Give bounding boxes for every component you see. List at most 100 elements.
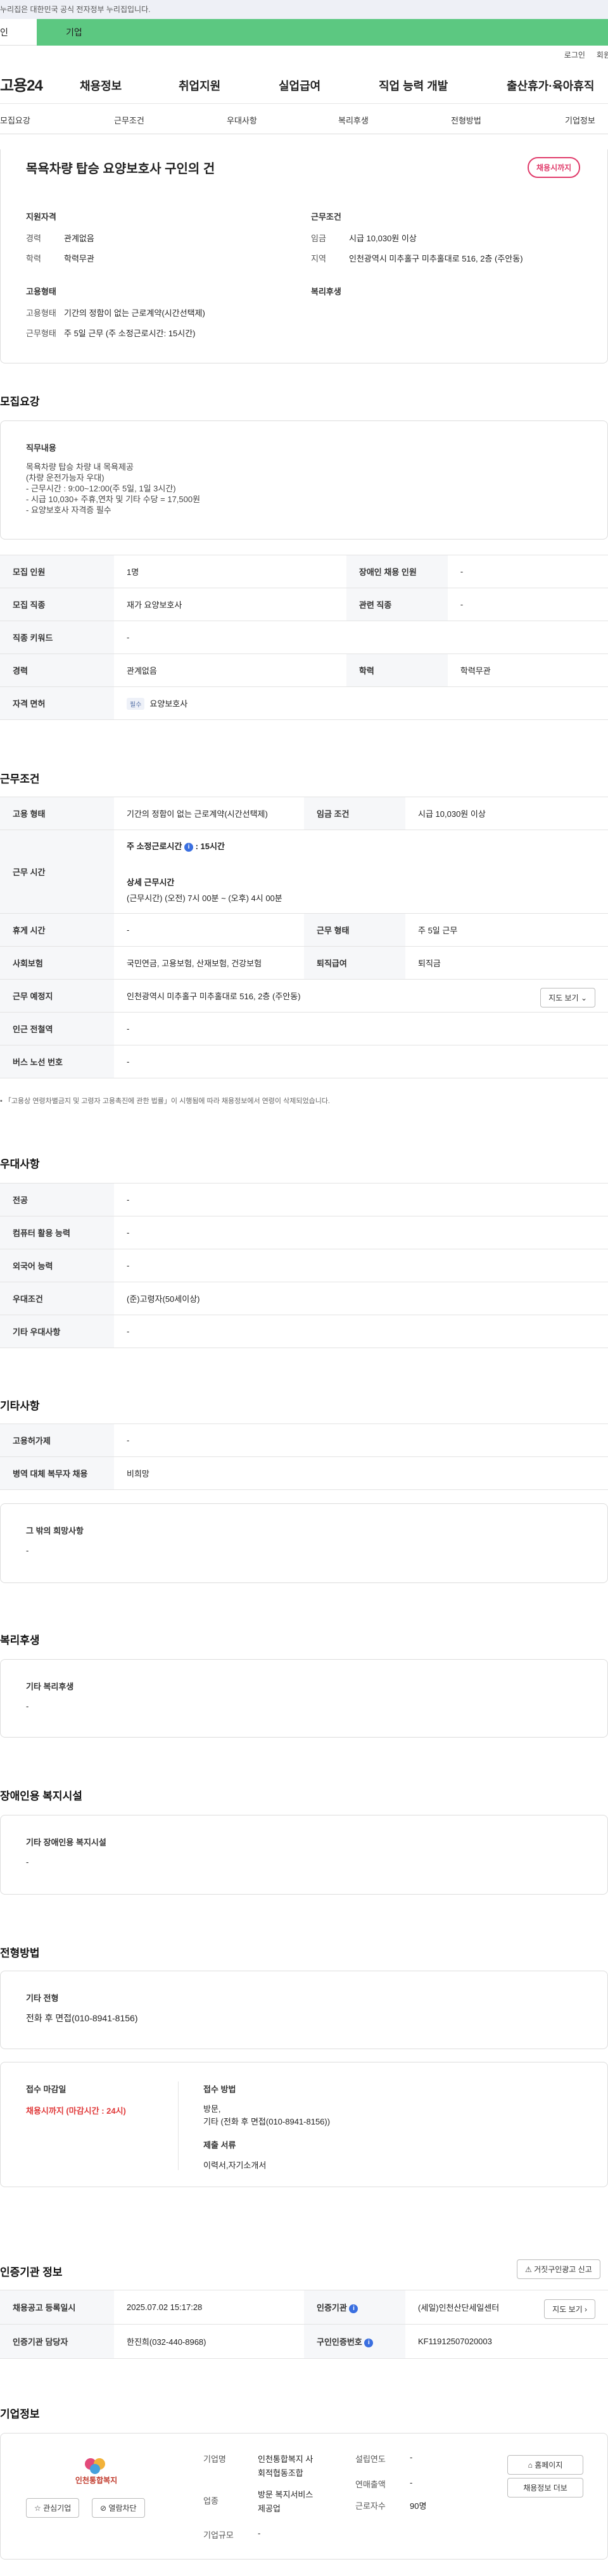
table-row: 기타 우대사항 - bbox=[0, 1315, 608, 1348]
table-row: 직종 키워드 - bbox=[0, 621, 608, 654]
chevron-down-icon: ⌄ bbox=[580, 994, 587, 1002]
favorite-company-button[interactable]: ☆ 관심기업 bbox=[26, 2498, 80, 2518]
etc-table: 고용허가제 - 병역 대체 복무자 채용 비희망 bbox=[0, 1424, 608, 1490]
facility-value: - bbox=[26, 1857, 29, 1867]
global-nav: 고용24 채용정보 취업지원 실업급여 직업 능력 개발 출산휴가·육아휴직 bbox=[0, 65, 608, 104]
docs-value: 이력서,자기소개서 bbox=[203, 2161, 267, 2170]
gnb-employment-support[interactable]: 취업지원 bbox=[179, 77, 220, 94]
table-row: 모집 인원 1명 장애인 채용 인원 - bbox=[0, 555, 608, 588]
subnav-selection[interactable]: 전형방법 bbox=[451, 114, 481, 126]
table-row: 외국어 능력 - bbox=[0, 1249, 608, 1282]
info-icon[interactable]: i bbox=[349, 2304, 358, 2313]
table-row: 모집 직종 재가 요양보호사 관련 직종 - bbox=[0, 588, 608, 621]
company-logo: 인천통합복지 bbox=[61, 2456, 131, 2487]
report-false-ad-button[interactable]: ⚠ 거짓구인광고 신고 bbox=[517, 2259, 600, 2279]
required-tag: 필수 bbox=[127, 697, 145, 710]
block-company-button[interactable]: ⊘ 열람차단 bbox=[92, 2498, 145, 2518]
homepage-button[interactable]: ⌂ 홈페이지 bbox=[507, 2455, 583, 2475]
gnb-training[interactable]: 직업 능력 개발 bbox=[379, 77, 448, 94]
section-subnav: 모집요강 근무조건 우대사항 복리후생 전형방법 기업정보 bbox=[0, 104, 608, 134]
conditions-title: 근무조건 bbox=[0, 773, 40, 785]
subnav-conditions[interactable]: 근무조건 bbox=[114, 114, 144, 126]
company-logo-image: 인천통합복지 bbox=[75, 2458, 117, 2485]
job-summary-card: 목욕차량 탑승 요양보호사 구인의 건 채용시까지 지원자격 경력 관계없음 학력… bbox=[0, 149, 608, 363]
career-row: 경력 관계없음 bbox=[26, 234, 94, 243]
table-row: 우대조건 (준)고령자(50세이상) bbox=[0, 1282, 608, 1315]
prefs-title: 우대사항 bbox=[0, 1158, 40, 1170]
employees-label: 근로자수 bbox=[355, 2501, 386, 2511]
hours-row: 근무형태 주 5일 근무 (주 소정근로시간: 15시간) bbox=[26, 329, 196, 338]
method-label: 접수 방법 bbox=[203, 2085, 236, 2094]
work-heading: 근무조건 bbox=[311, 212, 341, 222]
table-row: 휴게 시간 - 근무 형태 주 5일 근무 bbox=[0, 913, 608, 947]
welfare-card: 기타 복리후생 - bbox=[0, 1659, 608, 1738]
subnav-welfare[interactable]: 복리후생 bbox=[338, 114, 369, 126]
edu-row: 학력 학력무관 bbox=[26, 254, 94, 263]
divider bbox=[178, 2081, 179, 2170]
tab-company[interactable]: 기업 bbox=[37, 19, 608, 46]
selection-title: 전형방법 bbox=[0, 1947, 40, 1959]
company-card: 인천통합복지 ☆ 관심기업 ⊘ 열람차단 기업명 인천통합복지 사 회적협동조합 … bbox=[0, 2433, 608, 2560]
chevron-right-icon: › bbox=[585, 2305, 587, 2314]
industry-label: 업종 bbox=[203, 2496, 218, 2506]
table-row: 인증기관 담당자 한진희(032-440-8968) 구인인증번호 i KF119… bbox=[0, 2324, 608, 2359]
apply-card: 접수 마감일 채용시까지 (마감시간 : 24시) 접수 방법 방문, 기타 (… bbox=[0, 2062, 608, 2187]
gov-notice-bar: 누리집은 대한민국 공식 전자정부 누리집입니다. bbox=[0, 0, 608, 19]
table-row: 컴퓨터 활용 능력 - bbox=[0, 1216, 608, 1249]
more-jobs-button[interactable]: 채용정보 더보 bbox=[507, 2478, 583, 2497]
map-view-button[interactable]: 지도 보기 ⌄ bbox=[540, 988, 595, 1007]
subnav-company[interactable]: 기업정보 bbox=[565, 114, 595, 126]
selection-value: 전화 후 면접(010-8941-8156) bbox=[26, 2013, 138, 2023]
company-size-value: - bbox=[258, 2529, 261, 2538]
region-row: 지역 인천광역시 미추홀구 미추홀대로 516, 2층 (주안동) bbox=[311, 254, 523, 263]
table-row: 근무 예정지 인천광역시 미추홀구 미추홀대로 516, 2층 (주안동) 지도… bbox=[0, 979, 608, 1013]
gov-notice-text: 누리집은 대한민국 공식 전자정부 누리집입니다. bbox=[0, 5, 151, 14]
founded-value: - bbox=[410, 2453, 413, 2462]
table-row: 근무 시간 주 소정근로시간 i : 15시간 상세 근무시간 (근무시간) (… bbox=[0, 830, 608, 914]
emp-row: 고용형태 기간의 정함이 없는 근로계약(시간선택제) bbox=[26, 308, 205, 318]
welfare-value: - bbox=[26, 1702, 29, 1711]
star-icon: ☆ bbox=[34, 2504, 41, 2513]
conditions-table: 고용 형태 기간의 정함이 없는 근로계약(시간선택제) 임금 조건 시급 10,0… bbox=[0, 797, 608, 1078]
company-name-label: 기업명 bbox=[203, 2454, 226, 2464]
other-wishes-label: 그 밖의 희망사항 bbox=[26, 1526, 84, 1536]
home-icon: ⌂ bbox=[528, 2461, 533, 2470]
utility-links: 로그인 회원 bbox=[0, 46, 608, 65]
welfare-heading: 복리후생 bbox=[311, 287, 341, 296]
site-logo[interactable]: 고용24 bbox=[0, 73, 77, 95]
block-icon: ⊘ bbox=[100, 2504, 107, 2513]
info-icon[interactable]: i bbox=[184, 842, 193, 852]
company-size-label: 기업규모 bbox=[203, 2530, 234, 2540]
sales-label: 연매출액 bbox=[355, 2480, 386, 2489]
other-wishes-card: 그 밖의 희망사항 - bbox=[0, 1503, 608, 1583]
login-link[interactable]: 로그인 bbox=[564, 46, 585, 65]
company-title: 기업정보 bbox=[0, 2408, 40, 2420]
info-icon[interactable]: i bbox=[364, 2338, 374, 2347]
tab-individual[interactable]: 인 bbox=[0, 19, 37, 46]
agency-table: 채용공고 등록일시 2025.07.02 15:17:28 인증기관 i (세일)… bbox=[0, 2290, 608, 2359]
company-name: 인천통합복지 사 회적협동조합 bbox=[258, 2454, 314, 2478]
join-link[interactable]: 회원 bbox=[597, 46, 608, 65]
selection-card: 기타 전형 전화 후 면접(010-8941-8156) bbox=[0, 1971, 608, 2049]
subnav-prefs[interactable]: 우대사항 bbox=[227, 114, 257, 126]
agency-map-button[interactable]: 지도 보기 › bbox=[544, 2299, 595, 2319]
table-row: 사회보험 국민연금, 고용보험, 산재보험, 건강보험 퇴직급여 퇴직금 bbox=[0, 946, 608, 980]
selection-label: 기타 전형 bbox=[26, 1993, 59, 2003]
facility-title: 장애인용 복지시설 bbox=[0, 1790, 82, 1802]
founded-label: 설립연도 bbox=[355, 2454, 386, 2464]
type-heading: 고용형태 bbox=[26, 287, 56, 296]
status-badge: 채용시까지 bbox=[528, 157, 581, 178]
gnb-leave[interactable]: 출산휴가·육아휴직 bbox=[507, 77, 594, 94]
gnb-jobs[interactable]: 채용정보 bbox=[80, 77, 122, 94]
age-footnote: • 「고용상 연령차별금지 및 고령자 고용촉진에 관한 법률」이 시행됨에 따… bbox=[0, 1097, 330, 1105]
sales-value: - bbox=[410, 2478, 413, 2487]
gnb-unemployment[interactable]: 실업급여 bbox=[279, 77, 320, 94]
table-row: 고용 형태 기간의 정함이 없는 근로계약(시간선택제) 임금 조건 시급 10,0… bbox=[0, 797, 608, 830]
facility-label: 기타 장애인용 복지시설 bbox=[26, 1838, 106, 1847]
qual-heading: 지원자격 bbox=[26, 212, 56, 222]
table-row: 채용공고 등록일시 2025.07.02 15:17:28 인증기관 i (세일)… bbox=[0, 2290, 608, 2325]
table-row: 병역 대체 복무자 채용 비희망 bbox=[0, 1456, 608, 1490]
table-row: 버스 노선 번호 - bbox=[0, 1045, 608, 1078]
welfare-title: 복리후생 bbox=[0, 1634, 40, 1646]
subnav-recruit[interactable]: 모집요강 bbox=[0, 114, 30, 126]
